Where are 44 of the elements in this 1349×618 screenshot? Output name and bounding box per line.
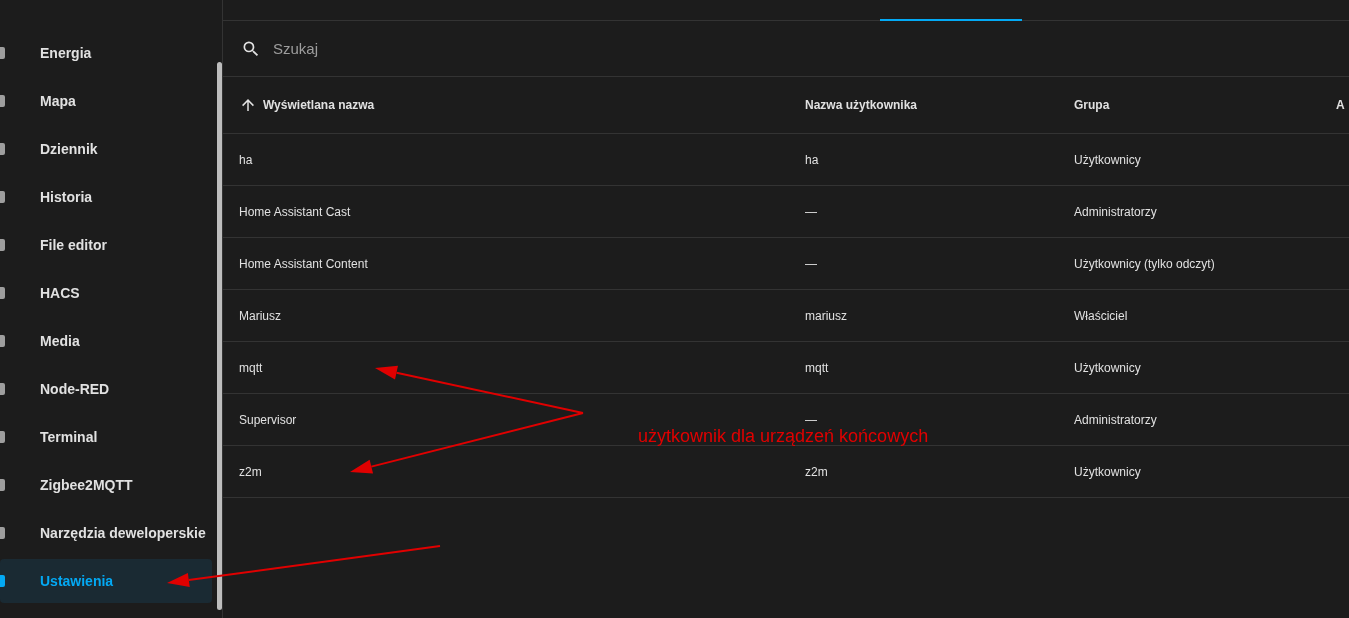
table-row[interactable]: Home Assistant Content — Użytkownicy (tylko odczyt) xyxy=(223,238,1349,290)
sidebar-item[interactable]: Zigbee2MQTT xyxy=(0,463,212,507)
table-cell-text: Supervisor xyxy=(239,412,298,427)
column-header[interactable]: Wyświetlana nazwa xyxy=(263,98,375,112)
table-cell-text: — xyxy=(805,204,818,219)
table-cell-text: mariusz xyxy=(805,308,848,323)
table-cell-text: Home Assistant Cast xyxy=(239,204,352,219)
table-cell-text: Użytkownicy (tylko odczyt) xyxy=(1074,256,1216,271)
column-header[interactable]: Nazwa użytkownika xyxy=(805,98,918,112)
annotation-text: użytkownik dla urządzeń końcowych xyxy=(638,426,929,447)
scrollbar[interactable] xyxy=(217,62,222,610)
sidebar-item[interactable]: Node-RED xyxy=(0,367,212,411)
sidebar-item[interactable]: HACS xyxy=(0,271,212,315)
sidebar-item[interactable]: Historia xyxy=(0,175,212,219)
table-cell-text: Użytkownicy xyxy=(1074,360,1142,375)
table-row[interactable]: Mariusz mariusz Właściciel xyxy=(223,290,1349,342)
table-cell-text: z2m xyxy=(805,464,829,479)
table-cell-text: Administratorzy xyxy=(1074,412,1158,427)
table-cell-text: Właściciel xyxy=(1074,308,1129,323)
table-cell-text: — xyxy=(805,412,818,427)
sidebar-item[interactable]: Dziennik xyxy=(0,127,212,171)
search-field[interactable]: Szukaj xyxy=(271,39,675,58)
sidebar-item[interactable]: Narzędzia deweloperskie xyxy=(0,511,212,555)
sidebar-item[interactable]: File editor xyxy=(0,223,212,267)
table-cell-text: Administratorzy xyxy=(1074,204,1158,219)
sidebar-item[interactable]: Mapa xyxy=(0,79,212,123)
table-cell-text: — xyxy=(805,256,818,271)
sidebar-item[interactable]: Media xyxy=(0,319,212,363)
table-cell-text: Home Assistant Content xyxy=(239,256,369,271)
table-cell-text: Użytkownicy xyxy=(1074,152,1142,167)
sidebar-item[interactable]: Ustawienia xyxy=(0,559,212,603)
table-cell-text: z2m xyxy=(239,464,263,479)
table-cell-text: Użytkownicy xyxy=(1074,464,1142,479)
sidebar-item[interactable]: Energia xyxy=(0,31,212,75)
sidebar-item[interactable]: Terminal xyxy=(0,415,212,459)
table-row[interactable]: ha ha Użytkownicy xyxy=(223,134,1349,186)
column-header[interactable]: A xyxy=(1336,98,1345,112)
table-cell-text: Mariusz xyxy=(239,308,282,323)
table-cell-text: ha xyxy=(805,152,820,167)
table-cell-text: ha xyxy=(239,152,254,167)
table-cell-text: mqtt xyxy=(239,360,264,375)
column-header[interactable]: Grupa xyxy=(1074,98,1110,112)
table-cell-text: mqtt xyxy=(805,360,830,375)
table-row[interactable]: Home Assistant Cast — Administratorzy xyxy=(223,186,1349,238)
